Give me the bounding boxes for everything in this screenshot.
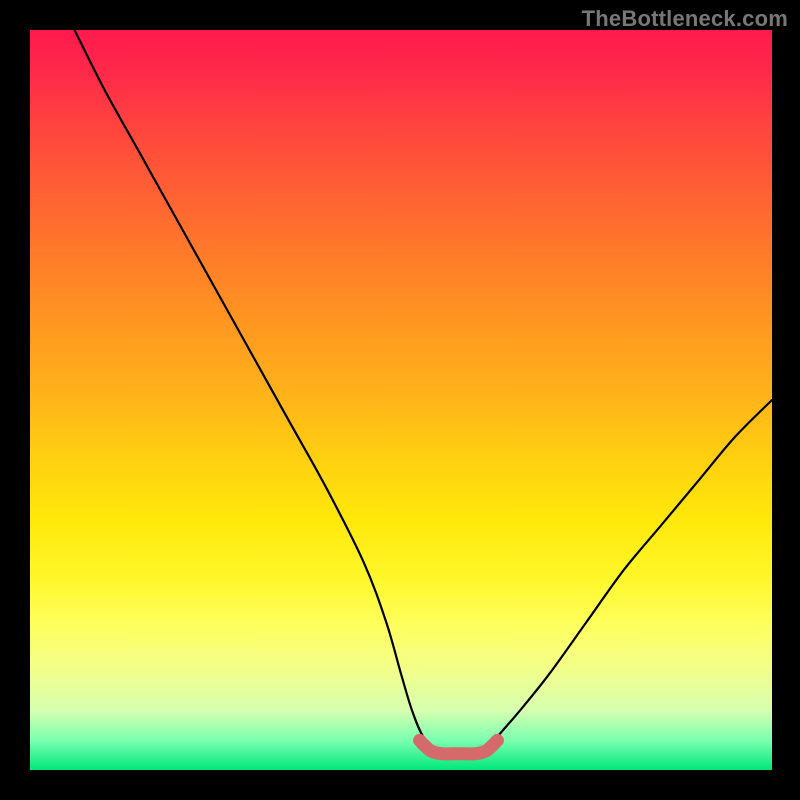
watermark-text: TheBottleneck.com bbox=[582, 6, 788, 32]
chart-overlay bbox=[30, 30, 772, 770]
bottleneck-curve bbox=[75, 30, 772, 754]
optimal-zone-marker bbox=[420, 740, 498, 754]
plot-area bbox=[30, 30, 772, 770]
chart-frame: TheBottleneck.com bbox=[0, 0, 800, 800]
